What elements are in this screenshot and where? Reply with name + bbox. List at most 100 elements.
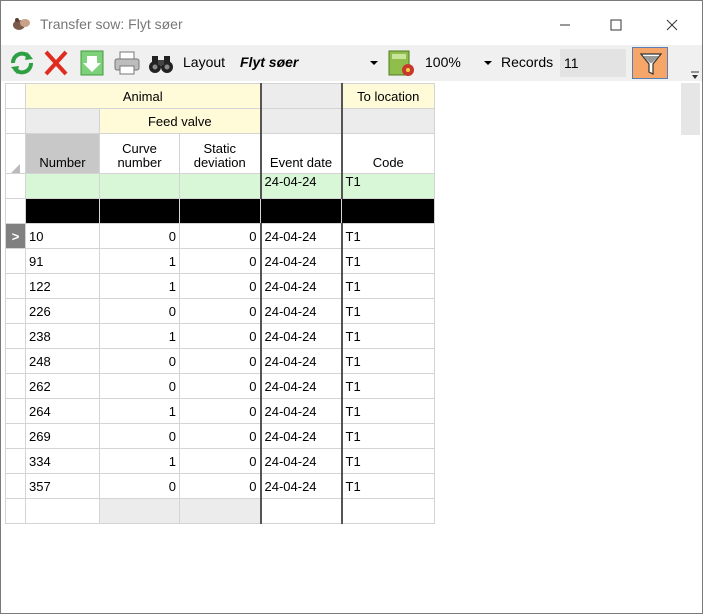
cell-code[interactable]: T1 bbox=[340, 398, 435, 424]
cell-code[interactable]: T1 bbox=[340, 473, 435, 499]
zoom-dropdown[interactable]: 100% bbox=[420, 51, 496, 75]
new-row-cell[interactable] bbox=[340, 498, 435, 524]
title-bar[interactable]: Transfer sow: Flyt søer bbox=[1, 1, 702, 45]
row-indicator[interactable] bbox=[5, 348, 26, 374]
cell-static-deviation[interactable]: 0 bbox=[179, 373, 261, 399]
cell-number[interactable]: 269 bbox=[25, 423, 100, 449]
cell-curve-number[interactable]: 0 bbox=[99, 373, 180, 399]
find-button[interactable] bbox=[146, 48, 176, 78]
cell-code[interactable]: T1 bbox=[340, 298, 435, 324]
current-row-indicator[interactable]: > bbox=[5, 223, 26, 249]
cell-event-date[interactable]: 24-04-24 bbox=[259, 248, 342, 274]
refresh-button[interactable] bbox=[7, 48, 37, 78]
cell-number[interactable]: 238 bbox=[25, 323, 100, 349]
cell-curve-number[interactable]: 1 bbox=[99, 448, 180, 474]
table-row[interactable]: 226 0 0 24-04-24 T1 bbox=[5, 298, 435, 324]
table-row[interactable]: 334 1 0 24-04-24 T1 bbox=[5, 448, 435, 474]
cell-number[interactable]: 248 bbox=[25, 348, 100, 374]
toolbar-overflow-button[interactable] bbox=[689, 69, 701, 81]
cell-event-date[interactable]: 24-04-24 bbox=[259, 273, 342, 299]
row-indicator[interactable] bbox=[5, 273, 26, 299]
row-indicator[interactable] bbox=[5, 473, 26, 499]
filter-cell-event-date[interactable]: 24-04-24 bbox=[259, 173, 342, 199]
new-row-cell[interactable] bbox=[259, 498, 342, 524]
cell-event-date[interactable]: 24-04-24 bbox=[259, 348, 342, 374]
cell-static-deviation[interactable]: 0 bbox=[179, 448, 261, 474]
cell-static-deviation[interactable]: 0 bbox=[179, 298, 261, 324]
cell-static-deviation[interactable]: 0 bbox=[179, 273, 261, 299]
cell-number[interactable]: 10 bbox=[25, 223, 100, 249]
cell-static-deviation[interactable]: 0 bbox=[179, 348, 261, 374]
maximize-button[interactable] bbox=[593, 11, 639, 39]
cell-code[interactable]: T1 bbox=[340, 323, 435, 349]
cell-number[interactable]: 334 bbox=[25, 448, 100, 474]
cell-event-date[interactable]: 24-04-24 bbox=[259, 473, 342, 499]
table-row[interactable]: 122 1 0 24-04-24 T1 bbox=[5, 273, 435, 299]
delete-button[interactable] bbox=[41, 48, 71, 78]
filter-toggle-button[interactable] bbox=[632, 47, 668, 79]
column-header-event-date[interactable]: ∆ Event date bbox=[259, 133, 342, 174]
table-row[interactable]: 269 0 0 24-04-24 T1 bbox=[5, 423, 435, 449]
cell-code[interactable]: T1 bbox=[340, 348, 435, 374]
row-indicator[interactable] bbox=[5, 248, 26, 274]
cell-curve-number[interactable]: 1 bbox=[99, 323, 180, 349]
filter-cell-number[interactable] bbox=[25, 173, 100, 199]
cell-curve-number[interactable]: 0 bbox=[99, 223, 180, 249]
cell-curve-number[interactable]: 1 bbox=[99, 398, 180, 424]
new-row-cell[interactable] bbox=[179, 498, 261, 524]
column-header-code[interactable]: Code bbox=[340, 133, 435, 174]
cell-code[interactable]: T1 bbox=[340, 448, 435, 474]
filter-cell-curve[interactable] bbox=[99, 173, 180, 199]
cell-number[interactable]: 262 bbox=[25, 373, 100, 399]
new-row-cell[interactable] bbox=[99, 498, 180, 524]
cell-code[interactable]: T1 bbox=[340, 223, 435, 249]
select-all-corner[interactable] bbox=[5, 133, 26, 174]
column-header-number[interactable]: Number bbox=[25, 133, 100, 174]
cell-code[interactable]: T1 bbox=[340, 373, 435, 399]
table-row[interactable]: 357 0 0 24-04-24 T1 bbox=[5, 473, 435, 499]
cell-curve-number[interactable]: 1 bbox=[99, 273, 180, 299]
new-row-cell[interactable] bbox=[25, 498, 100, 524]
column-header-static-deviation[interactable]: Static deviation bbox=[179, 133, 261, 174]
row-indicator[interactable] bbox=[5, 448, 26, 474]
save-button[interactable] bbox=[77, 48, 107, 78]
cell-event-date[interactable]: 24-04-24 bbox=[259, 398, 342, 424]
cell-curve-number[interactable]: 0 bbox=[99, 348, 180, 374]
minimize-button[interactable] bbox=[542, 11, 588, 39]
cell-curve-number[interactable]: 1 bbox=[99, 248, 180, 274]
cell-static-deviation[interactable]: 0 bbox=[179, 248, 261, 274]
column-header-curve-number[interactable]: Curve number bbox=[99, 133, 180, 174]
cell-event-date[interactable]: 24-04-24 bbox=[259, 448, 342, 474]
cell-curve-number[interactable]: 0 bbox=[99, 423, 180, 449]
table-row[interactable]: 262 0 0 24-04-24 T1 bbox=[5, 373, 435, 399]
table-row[interactable]: >10 0 0 24-04-24 T1 bbox=[5, 223, 435, 249]
cell-static-deviation[interactable]: 0 bbox=[179, 398, 261, 424]
table-row[interactable]: 91 1 0 24-04-24 T1 bbox=[5, 248, 435, 274]
cell-static-deviation[interactable]: 0 bbox=[179, 473, 261, 499]
cell-event-date[interactable]: 24-04-24 bbox=[259, 298, 342, 324]
table-row[interactable]: 248 0 0 24-04-24 T1 bbox=[5, 348, 435, 374]
close-button[interactable] bbox=[649, 11, 695, 39]
cell-code[interactable]: T1 bbox=[340, 248, 435, 274]
cell-curve-number[interactable]: 0 bbox=[99, 473, 180, 499]
layout-dropdown[interactable]: Flyt søer bbox=[234, 51, 382, 75]
cell-event-date[interactable]: 24-04-24 bbox=[259, 423, 342, 449]
cell-code[interactable]: T1 bbox=[340, 423, 435, 449]
layout-settings-button[interactable] bbox=[386, 48, 416, 78]
cell-curve-number[interactable]: 0 bbox=[99, 298, 180, 324]
cell-number[interactable]: 264 bbox=[25, 398, 100, 424]
cell-static-deviation[interactable]: 0 bbox=[179, 323, 261, 349]
cell-static-deviation[interactable]: 0 bbox=[179, 223, 261, 249]
cell-static-deviation[interactable]: 0 bbox=[179, 423, 261, 449]
row-indicator[interactable] bbox=[5, 323, 26, 349]
cell-number[interactable]: 122 bbox=[25, 273, 100, 299]
cell-number[interactable]: 357 bbox=[25, 473, 100, 499]
cell-event-date[interactable]: 24-04-24 bbox=[259, 323, 342, 349]
cell-number[interactable]: 91 bbox=[25, 248, 100, 274]
cell-event-date[interactable]: 24-04-24 bbox=[259, 373, 342, 399]
filter-cell-code[interactable]: T1 bbox=[340, 173, 435, 199]
row-indicator[interactable] bbox=[5, 373, 26, 399]
cell-code[interactable]: T1 bbox=[340, 273, 435, 299]
row-indicator[interactable] bbox=[5, 423, 26, 449]
row-indicator[interactable] bbox=[5, 298, 26, 324]
